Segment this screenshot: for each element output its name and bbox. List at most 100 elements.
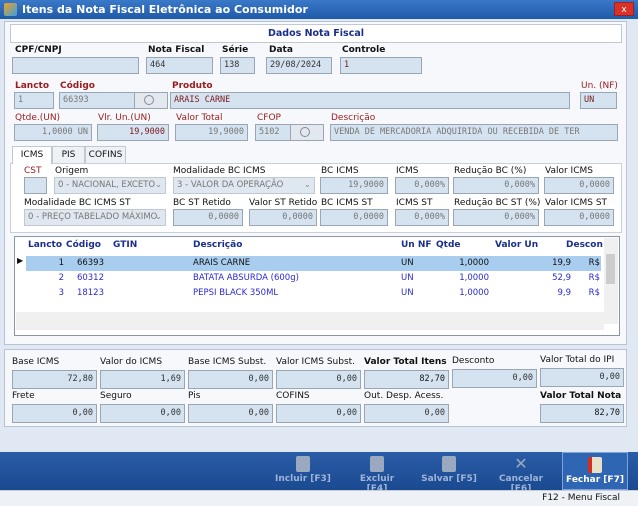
produto-label: Produto [172,81,213,91]
icms-field[interactable]: 0,000% [395,177,449,194]
vlun-field[interactable]: 19,9000 [97,124,169,141]
serie-label: Série [222,45,249,55]
controle-label: Controle [342,45,386,55]
controle-field[interactable]: 1 [340,57,422,74]
cpf-field[interactable] [12,57,139,74]
icmsst-field[interactable]: 0,000% [395,209,449,226]
data-field[interactable]: 29/08/2024 [266,57,332,74]
table-row[interactable]: 1 66393 ARAIS CARNE UN 1,0000 19,9 R$ [26,256,601,271]
table-row[interactable]: 3 18123 PEPSI BLACK 350ML UN 1,0000 9,9 R$ [26,286,601,301]
incluir-label: Incluir [F3] [275,474,331,484]
cell-un-nf: UN [401,258,414,268]
mod-label: Modalidade BC ICMS [173,166,266,176]
pis-field[interactable]: 0,00 [188,404,273,423]
cell-descricao: ARAIS CARNE [193,258,251,268]
modst-value: 0 - PREÇO TABELADO MÁXIMO [28,212,158,222]
desconto-label: Desconto [452,356,495,366]
cst-field[interactable] [24,177,47,194]
bc-field[interactable]: 19,9000 [320,177,388,194]
cell-codigo: 18123 [76,288,104,298]
descricao-field[interactable]: VENDA DE MERCADORIA ADQUIRIDA OU RECEBID… [330,124,618,141]
outras-field[interactable]: 0,00 [364,404,449,423]
codigo-field[interactable]: 66393 [59,92,136,109]
qtde-label: Qtde.(UN) [15,113,61,123]
chevron-down-icon: ⌄ [154,180,162,190]
valor-icms-label: Valor do ICMS [100,357,163,367]
col-qtde[interactable]: Qtde [436,240,461,250]
cofins-field[interactable]: 0,00 [276,404,361,423]
seguro-field[interactable]: 0,00 [100,404,185,423]
cell-desconto: R$ [588,273,600,283]
vtotal-field[interactable]: 19,9000 [175,124,248,141]
cfop-field[interactable]: 5102 [255,124,295,141]
nf-field[interactable]: 464 [146,57,213,74]
ipi-label: Valor Total do IPI [540,355,615,365]
cancelar-button[interactable]: ✕ Cancelar [F6] [488,452,554,495]
bcret-field[interactable]: 0,0000 [173,209,243,226]
horizontal-scrollbar[interactable] [16,312,604,330]
nf-label: Nota Fiscal [148,45,205,55]
valor-icms-field[interactable]: 1,69 [100,370,185,389]
col-descricao[interactable]: Descrição [193,240,242,250]
status-text: F12 - Menu Fiscal [542,493,620,503]
vtotal-label: Valor Total [176,113,223,123]
save-icon [442,456,456,472]
total-itens-field[interactable]: 82,70 [364,370,449,389]
valor-subst-field[interactable]: 0,00 [276,370,361,389]
cell-descricao: PEPSI BLACK 350ML [193,288,279,298]
ipi-field[interactable]: 0,00 [540,368,624,387]
red-field[interactable]: 0,000% [453,177,539,194]
vst-field[interactable]: 0,0000 [544,209,614,226]
fechar-button[interactable]: Fechar [F7] [562,452,628,490]
section-header: Dados Nota Fiscal [10,24,622,43]
toolbar: Incluir [F3] Excluir [F4] Salvar [F5] ✕ C… [0,452,638,495]
col-un-nf[interactable]: Un NF [401,240,432,250]
redst-field[interactable]: 0,000% [453,209,539,226]
bcst-label: BC ICMS ST [321,198,373,208]
un-field[interactable]: UN [580,92,617,109]
valor-icms-field[interactable]: 0,0000 [544,177,614,194]
col-lancto[interactable]: Lancto [28,240,62,250]
desconto-field[interactable]: 0,00 [452,369,537,388]
lancto-label: Lancto [15,81,50,91]
produto-field[interactable]: ARAIS CARNE [170,92,570,109]
bcret-label: BC ST Retido [173,198,231,208]
bcst-field[interactable]: 0,0000 [320,209,388,226]
redst-label: Redução BC ST (%) [454,198,541,208]
col-valor-un[interactable]: Valor Un [495,240,538,250]
fechar-label: Fechar [F7] [566,475,624,485]
qtde-field[interactable]: 1,0000 UN [14,124,92,141]
vret-field[interactable]: 0,0000 [249,209,317,226]
tab-cofins[interactable]: COFINS [85,146,126,163]
incluir-button[interactable]: Incluir [F3] [274,452,332,490]
cell-codigo: 66393 [76,258,104,268]
status-bar: F12 - Menu Fiscal [0,490,638,506]
excluir-button[interactable]: Excluir [F4] [348,452,406,494]
serie-field[interactable]: 138 [220,57,255,74]
col-gtin[interactable]: GTIN [113,240,137,250]
cfop-search-button[interactable] [290,124,324,141]
base-icms-label: Base ICMS [12,357,60,367]
salvar-button[interactable]: Salvar [F5] [420,452,478,490]
cell-descricao: BATATA ABSURDA (600g) [193,273,299,283]
codigo-search-button[interactable] [134,92,168,109]
vertical-scroll-thumb[interactable] [606,254,615,284]
col-desconto[interactable]: Descont [566,240,603,250]
mod-value: 3 - VALOR DA OPERAÇÃO [177,180,284,190]
frete-field[interactable]: 0,00 [12,404,97,423]
tab-pis[interactable]: PIS [52,146,85,163]
col-codigo[interactable]: Código [66,240,101,250]
tab-icms[interactable]: ICMS [12,146,52,164]
total-nota-field[interactable]: 82,70 [540,404,624,423]
mod-select[interactable]: 3 - VALOR DA OPERAÇÃO ⌄ [173,177,315,194]
origem-select[interactable]: 0 - NACIONAL, EXCETO ⌄ [54,177,166,194]
base-icms-field[interactable]: 72,80 [12,370,97,389]
data-label: Data [269,45,293,55]
modst-select[interactable]: 0 - PREÇO TABELADO MÁXIMO ⌄ [24,209,166,226]
table-row[interactable]: 2 60312 BATATA ABSURDA (600g) UN 1,0000 52,9 R… [26,271,601,286]
cell-lancto: 3 [58,288,64,298]
lancto-field[interactable]: 1 [14,92,54,109]
close-button[interactable]: x [614,2,634,16]
window-title: Itens da Nota Fiscal Eletrônica ao Consu… [22,3,308,16]
base-subst-field[interactable]: 0,00 [188,370,273,389]
